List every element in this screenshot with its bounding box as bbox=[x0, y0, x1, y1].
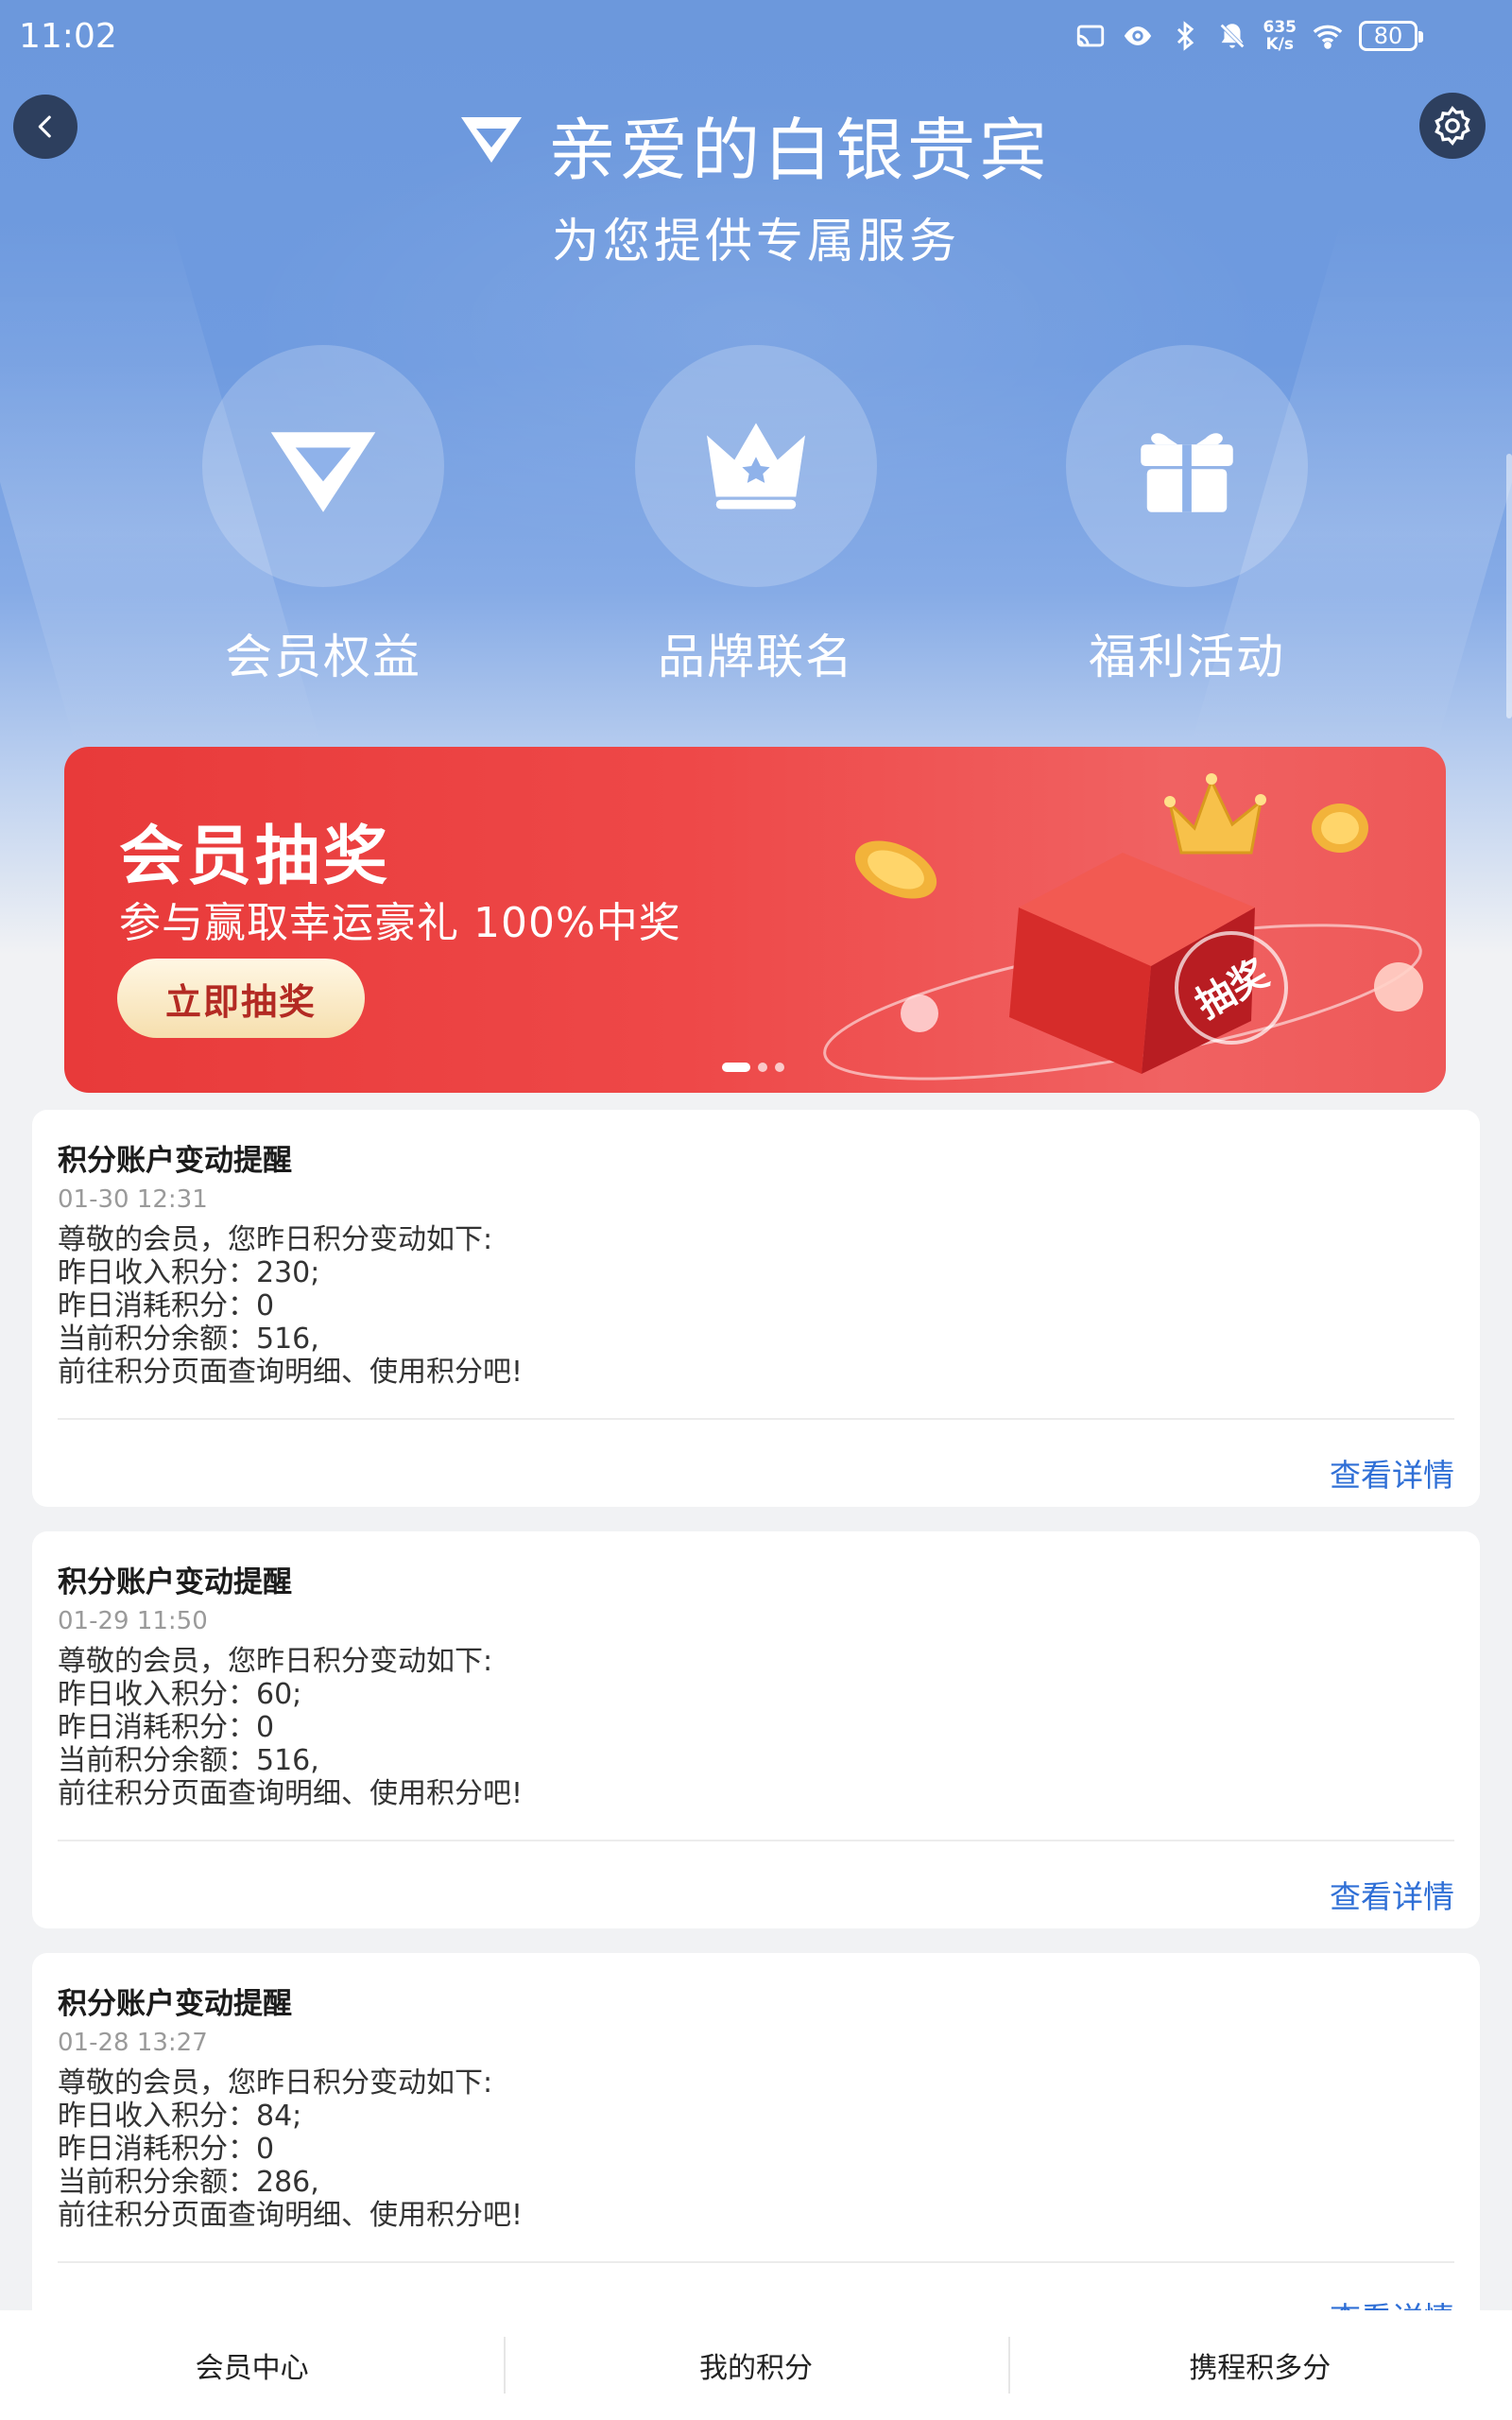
card-line: 当前积分余额：286, bbox=[58, 2166, 319, 2199]
crown-icon bbox=[1164, 773, 1266, 855]
card-title: 积分账户变动提醒 bbox=[58, 1565, 292, 1599]
card-line: 当前积分余额：516, bbox=[58, 1322, 319, 1356]
network-speed-value: 635 bbox=[1263, 18, 1297, 37]
gift-icon bbox=[1141, 433, 1233, 512]
mute-bell-icon bbox=[1218, 22, 1246, 50]
card-body: 尊敬的会员，您昨日积分变动如下: 昨日收入积分：60; 昨日消耗积分：0 当前积… bbox=[58, 1645, 523, 1810]
card-title: 积分账户变动提醒 bbox=[58, 1144, 292, 1178]
diamond-logo-icon bbox=[461, 117, 522, 163]
network-speed-unit: K/s bbox=[1265, 35, 1294, 54]
gear-icon bbox=[1435, 106, 1470, 146]
notification-card: 积分账户变动提醒 01-28 13:27 尊敬的会员，您昨日积分变动如下: 昨日… bbox=[32, 1953, 1480, 2350]
entry-circle bbox=[1066, 345, 1308, 587]
page-title: 亲爱的白银贵宾 bbox=[548, 111, 1052, 190]
coin-icon bbox=[1312, 804, 1368, 853]
card-line: 昨日消耗积分：0 bbox=[58, 2133, 275, 2166]
entry-welfare-activities[interactable]: 福利活动 bbox=[1045, 345, 1329, 687]
card-line: 昨日收入积分：230; bbox=[58, 1256, 320, 1289]
card-body: 尊敬的会员，您昨日积分变动如下: 昨日收入积分：230; 昨日消耗积分：0 当前… bbox=[58, 1223, 523, 1389]
card-time: 01-30 12:31 bbox=[58, 1185, 208, 1214]
card-title: 积分账户变动提醒 bbox=[58, 1987, 292, 2021]
settings-button[interactable] bbox=[1419, 93, 1486, 159]
card-line: 前往积分页面查询明细、使用积分吧! bbox=[58, 1356, 524, 1389]
page-subtitle: 为您提供专属服务 bbox=[552, 214, 960, 268]
wifi-icon bbox=[1313, 25, 1343, 49]
cast-icon bbox=[1076, 25, 1104, 47]
eye-icon bbox=[1124, 26, 1151, 45]
entry-brand-collab[interactable]: 品牌联名 bbox=[614, 345, 898, 687]
carousel-dot[interactable] bbox=[758, 1063, 767, 1072]
lottery-box-illustration: 抽奖 bbox=[823, 773, 1423, 1080]
notification-card: 积分账户变动提醒 01-29 11:50 尊敬的会员，您昨日积分变动如下: 昨日… bbox=[32, 1531, 1480, 1928]
tab-my-points[interactable]: 我的积分 bbox=[504, 2310, 1007, 2420]
coin-icon bbox=[854, 840, 937, 899]
card-divider bbox=[58, 1418, 1454, 1420]
tab-ctrip-more-points[interactable]: 携程积多分 bbox=[1007, 2310, 1512, 2420]
back-button[interactable] bbox=[13, 95, 77, 159]
status-time: 11:02 bbox=[19, 17, 117, 56]
entry-circle bbox=[202, 345, 444, 587]
card-body: 尊敬的会员，您昨日积分变动如下: 昨日收入积分：84; 昨日消耗积分：0 当前积… bbox=[58, 2066, 523, 2232]
card-divider bbox=[58, 1840, 1454, 1841]
entry-label: 会员权益 bbox=[225, 630, 421, 684]
bottom-nav: 会员中心 我的积分 携程积多分 bbox=[0, 2310, 1512, 2420]
tab-member-center[interactable]: 会员中心 bbox=[0, 2310, 504, 2420]
notification-card: 积分账户变动提醒 01-30 12:31 尊敬的会员，您昨日积分变动如下: 昨日… bbox=[32, 1110, 1480, 1507]
carousel-dots[interactable] bbox=[722, 1063, 784, 1072]
chevron-left-icon bbox=[38, 115, 51, 138]
entry-label: 品牌联名 bbox=[658, 630, 854, 684]
lottery-banner[interactable]: 会员抽奖 参与赢取幸运豪礼 100%中奖 立即抽奖 抽奖 bbox=[64, 747, 1446, 1093]
card-line: 昨日收入积分：60; bbox=[58, 1678, 302, 1711]
entry-circle bbox=[635, 345, 877, 587]
status-icons: 635 K/s 80 bbox=[1074, 19, 1423, 53]
card-line: 前往积分页面查询明细、使用积分吧! bbox=[58, 1777, 524, 1810]
network-speed: 635 K/s bbox=[1263, 19, 1297, 53]
carousel-dot-active[interactable] bbox=[722, 1063, 750, 1072]
view-details-link[interactable]: 查看详情 bbox=[1330, 1872, 1454, 1917]
card-line: 昨日消耗积分：0 bbox=[58, 1711, 275, 1744]
card-line: 尊敬的会员，您昨日积分变动如下: bbox=[58, 2066, 493, 2100]
banner-subtitle: 参与赢取幸运豪礼 100%中奖 bbox=[119, 899, 681, 947]
entry-member-benefits[interactable]: 会员权益 bbox=[181, 345, 465, 687]
card-line: 昨日收入积分：84; bbox=[58, 2100, 302, 2133]
card-divider bbox=[58, 2261, 1454, 2263]
entry-label: 福利活动 bbox=[1089, 630, 1285, 684]
card-line: 昨日消耗积分：0 bbox=[58, 1289, 275, 1322]
status-bar: 11:02 635 K/s 80 bbox=[0, 0, 1512, 76]
card-line: 尊敬的会员，您昨日积分变动如下: bbox=[58, 1645, 493, 1678]
view-details-link[interactable]: 查看详情 bbox=[1330, 1450, 1454, 1495]
bluetooth-icon bbox=[1177, 21, 1194, 51]
draw-now-button[interactable]: 立即抽奖 bbox=[117, 959, 365, 1038]
card-time: 01-28 13:27 bbox=[58, 2029, 208, 2057]
card-line: 尊敬的会员，您昨日积分变动如下: bbox=[58, 1223, 493, 1256]
diamond-icon bbox=[270, 432, 376, 512]
crown-icon bbox=[707, 423, 805, 510]
scrollbar[interactable] bbox=[1506, 454, 1512, 718]
carousel-dot[interactable] bbox=[775, 1063, 784, 1072]
gift-box-icon: 抽奖 bbox=[1009, 853, 1288, 1074]
battery-icon: 80 bbox=[1359, 21, 1423, 51]
card-line: 当前积分余额：516, bbox=[58, 1744, 319, 1777]
banner-title: 会员抽奖 bbox=[119, 820, 392, 894]
card-time: 01-29 11:50 bbox=[58, 1607, 208, 1635]
card-line: 前往积分页面查询明细、使用积分吧! bbox=[58, 2199, 524, 2232]
